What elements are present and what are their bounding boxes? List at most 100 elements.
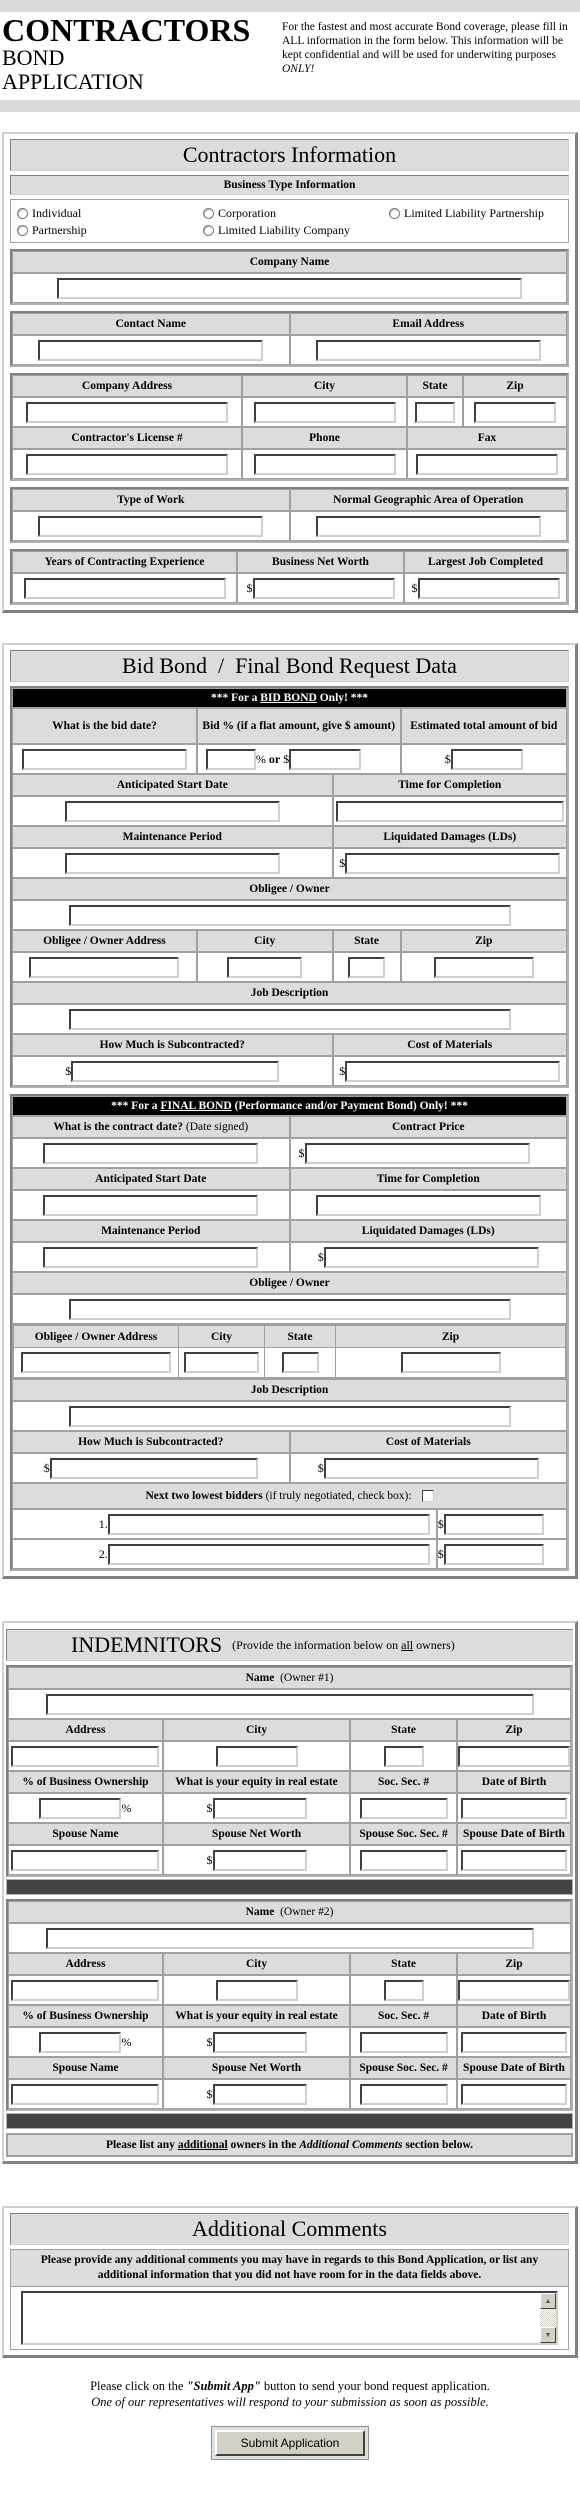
- net-worth-input[interactable]: [252, 577, 395, 599]
- license-input[interactable]: [26, 453, 228, 475]
- spouse-net-worth-label: Spouse Net Worth: [162, 1823, 351, 1845]
- owner-2-name-input[interactable]: [45, 1927, 534, 1949]
- obligee-zip-input[interactable]: [433, 956, 534, 978]
- owner-1-spouse-net-worth-input[interactable]: [212, 1849, 307, 1871]
- owner-1-spouse-name-input[interactable]: [11, 1849, 160, 1871]
- lds-input[interactable]: [345, 852, 561, 874]
- final-time-completion-input[interactable]: [315, 1194, 541, 1216]
- bidder-2-name-input[interactable]: [107, 1543, 430, 1565]
- fax-input[interactable]: [416, 453, 558, 475]
- owner-1-ownership-input[interactable]: [39, 1797, 122, 1819]
- final-subcontracted-input[interactable]: [49, 1457, 258, 1479]
- start-date-input[interactable]: [64, 800, 280, 822]
- owner-1-dob-input[interactable]: [461, 1797, 567, 1819]
- owner-1-city-input[interactable]: [215, 1745, 298, 1767]
- owner-2-spouse-ssn-input[interactable]: [359, 2083, 448, 2105]
- owner-1-name-input[interactable]: [45, 1693, 534, 1715]
- obligee-city-input[interactable]: [227, 956, 303, 978]
- owner-2-dob-input[interactable]: [461, 2031, 567, 2053]
- contract-price-input[interactable]: [304, 1142, 530, 1164]
- bidder-1-name-input[interactable]: [107, 1513, 430, 1535]
- fax-label: Fax: [407, 427, 567, 449]
- final-maintenance-input[interactable]: [43, 1246, 259, 1268]
- city-input[interactable]: [253, 401, 396, 423]
- final-obligee-address-input[interactable]: [21, 1352, 171, 1373]
- experience-table: Years of Contracting Experience Business…: [10, 549, 569, 605]
- final-job-description-input[interactable]: [68, 1405, 511, 1427]
- zip-input[interactable]: [474, 401, 556, 423]
- state-input[interactable]: [415, 401, 455, 423]
- radio-button[interactable]: [203, 225, 214, 236]
- radio-button[interactable]: [389, 208, 400, 219]
- radio-button[interactable]: [17, 225, 28, 236]
- obligee-state-input[interactable]: [348, 956, 386, 978]
- final-obligee-zip-input[interactable]: [400, 1352, 501, 1373]
- type-of-work-input[interactable]: [38, 515, 264, 537]
- final-maintenance-label: Maintenance Period: [12, 1220, 290, 1242]
- radio-button[interactable]: [17, 208, 28, 219]
- owner-2-spouse-net-worth-input[interactable]: [212, 2083, 307, 2105]
- radio-partnership[interactable]: Partnership: [17, 223, 203, 238]
- work-table: Type of Work Normal Geographic Area of Op…: [10, 487, 569, 543]
- bond-title: Bid Bond / Final Bond Request Data: [10, 650, 569, 682]
- bidder-1-amount-input[interactable]: [443, 1513, 544, 1535]
- radio-button[interactable]: [203, 208, 214, 219]
- owner-1-zip-input[interactable]: [458, 1745, 570, 1767]
- owner-2-address-input[interactable]: [11, 1979, 160, 2001]
- owner-1-spouse-dob-input[interactable]: [461, 1849, 567, 1871]
- company-name-input[interactable]: [57, 277, 522, 299]
- final-obligee-input[interactable]: [68, 1298, 511, 1320]
- bid-pct-input[interactable]: [205, 748, 256, 770]
- comments-textarea[interactable]: ▲ ▼: [21, 2291, 558, 2345]
- negotiated-checkbox[interactable]: [421, 1490, 434, 1503]
- maintenance-input[interactable]: [64, 852, 280, 874]
- owner-2-equity-input[interactable]: [212, 2031, 307, 2053]
- radio-llp[interactable]: Limited Liability Partnership: [389, 206, 562, 221]
- obligee-input[interactable]: [68, 904, 511, 926]
- est-total-input[interactable]: [450, 748, 523, 770]
- years-experience-input[interactable]: [23, 577, 226, 599]
- owner-1-state-input[interactable]: [383, 1745, 424, 1767]
- spouse-name-label: Spouse Name: [8, 2057, 163, 2079]
- owner-2-state-input[interactable]: [383, 1979, 424, 2001]
- time-completion-input[interactable]: [335, 800, 564, 822]
- final-lds-input[interactable]: [323, 1246, 539, 1268]
- owner-1-address-input[interactable]: [11, 1745, 160, 1767]
- subcontracted-input[interactable]: [71, 1060, 280, 1082]
- largest-job-input[interactable]: [417, 577, 560, 599]
- final-materials-input[interactable]: [323, 1457, 539, 1479]
- radio-individual[interactable]: Individual: [17, 206, 203, 221]
- final-obligee-state-input[interactable]: [281, 1352, 319, 1373]
- geo-area-input[interactable]: [315, 515, 541, 537]
- email-input[interactable]: [315, 339, 541, 361]
- owner-1-equity-input[interactable]: [212, 1797, 307, 1819]
- bid-bond-banner: *** For a BID BOND Only! ***: [12, 688, 567, 708]
- owner-2-ssn-input[interactable]: [359, 2031, 448, 2053]
- owner-2-zip-input[interactable]: [458, 1979, 570, 2001]
- contract-date-input[interactable]: [43, 1142, 259, 1164]
- radio-corporation[interactable]: Corporation: [203, 206, 389, 221]
- owner-2-spouse-dob-input[interactable]: [461, 2083, 567, 2105]
- bid-date-input[interactable]: [21, 748, 187, 770]
- company-address-label: Company Address: [12, 375, 242, 397]
- scroll-down-icon[interactable]: ▼: [540, 2327, 556, 2343]
- job-description-input[interactable]: [68, 1008, 511, 1030]
- contact-name-input[interactable]: [38, 339, 264, 361]
- owner-2-ownership-input[interactable]: [39, 2031, 122, 2053]
- owner-1-spouse-ssn-input[interactable]: [359, 1849, 448, 1871]
- bid-flat-amount-input[interactable]: [289, 748, 362, 770]
- owner-1-ssn-input[interactable]: [359, 1797, 448, 1819]
- bidder-2-amount-input[interactable]: [443, 1543, 544, 1565]
- subcontracted-label: How Much is Subcontracted?: [12, 1034, 333, 1056]
- final-start-date-input[interactable]: [43, 1194, 259, 1216]
- final-obligee-city-input[interactable]: [184, 1352, 259, 1373]
- company-address-input[interactable]: [26, 401, 228, 423]
- submit-application-button[interactable]: Submit Application: [215, 2430, 365, 2456]
- phone-input[interactable]: [253, 453, 396, 475]
- obligee-address-input[interactable]: [29, 956, 180, 978]
- owner-2-city-input[interactable]: [215, 1979, 298, 2001]
- radio-llc[interactable]: Limited Liability Company: [203, 223, 389, 238]
- owner-2-spouse-name-input[interactable]: [11, 2083, 160, 2105]
- scroll-up-icon[interactable]: ▲: [540, 2293, 556, 2309]
- materials-input[interactable]: [345, 1060, 561, 1082]
